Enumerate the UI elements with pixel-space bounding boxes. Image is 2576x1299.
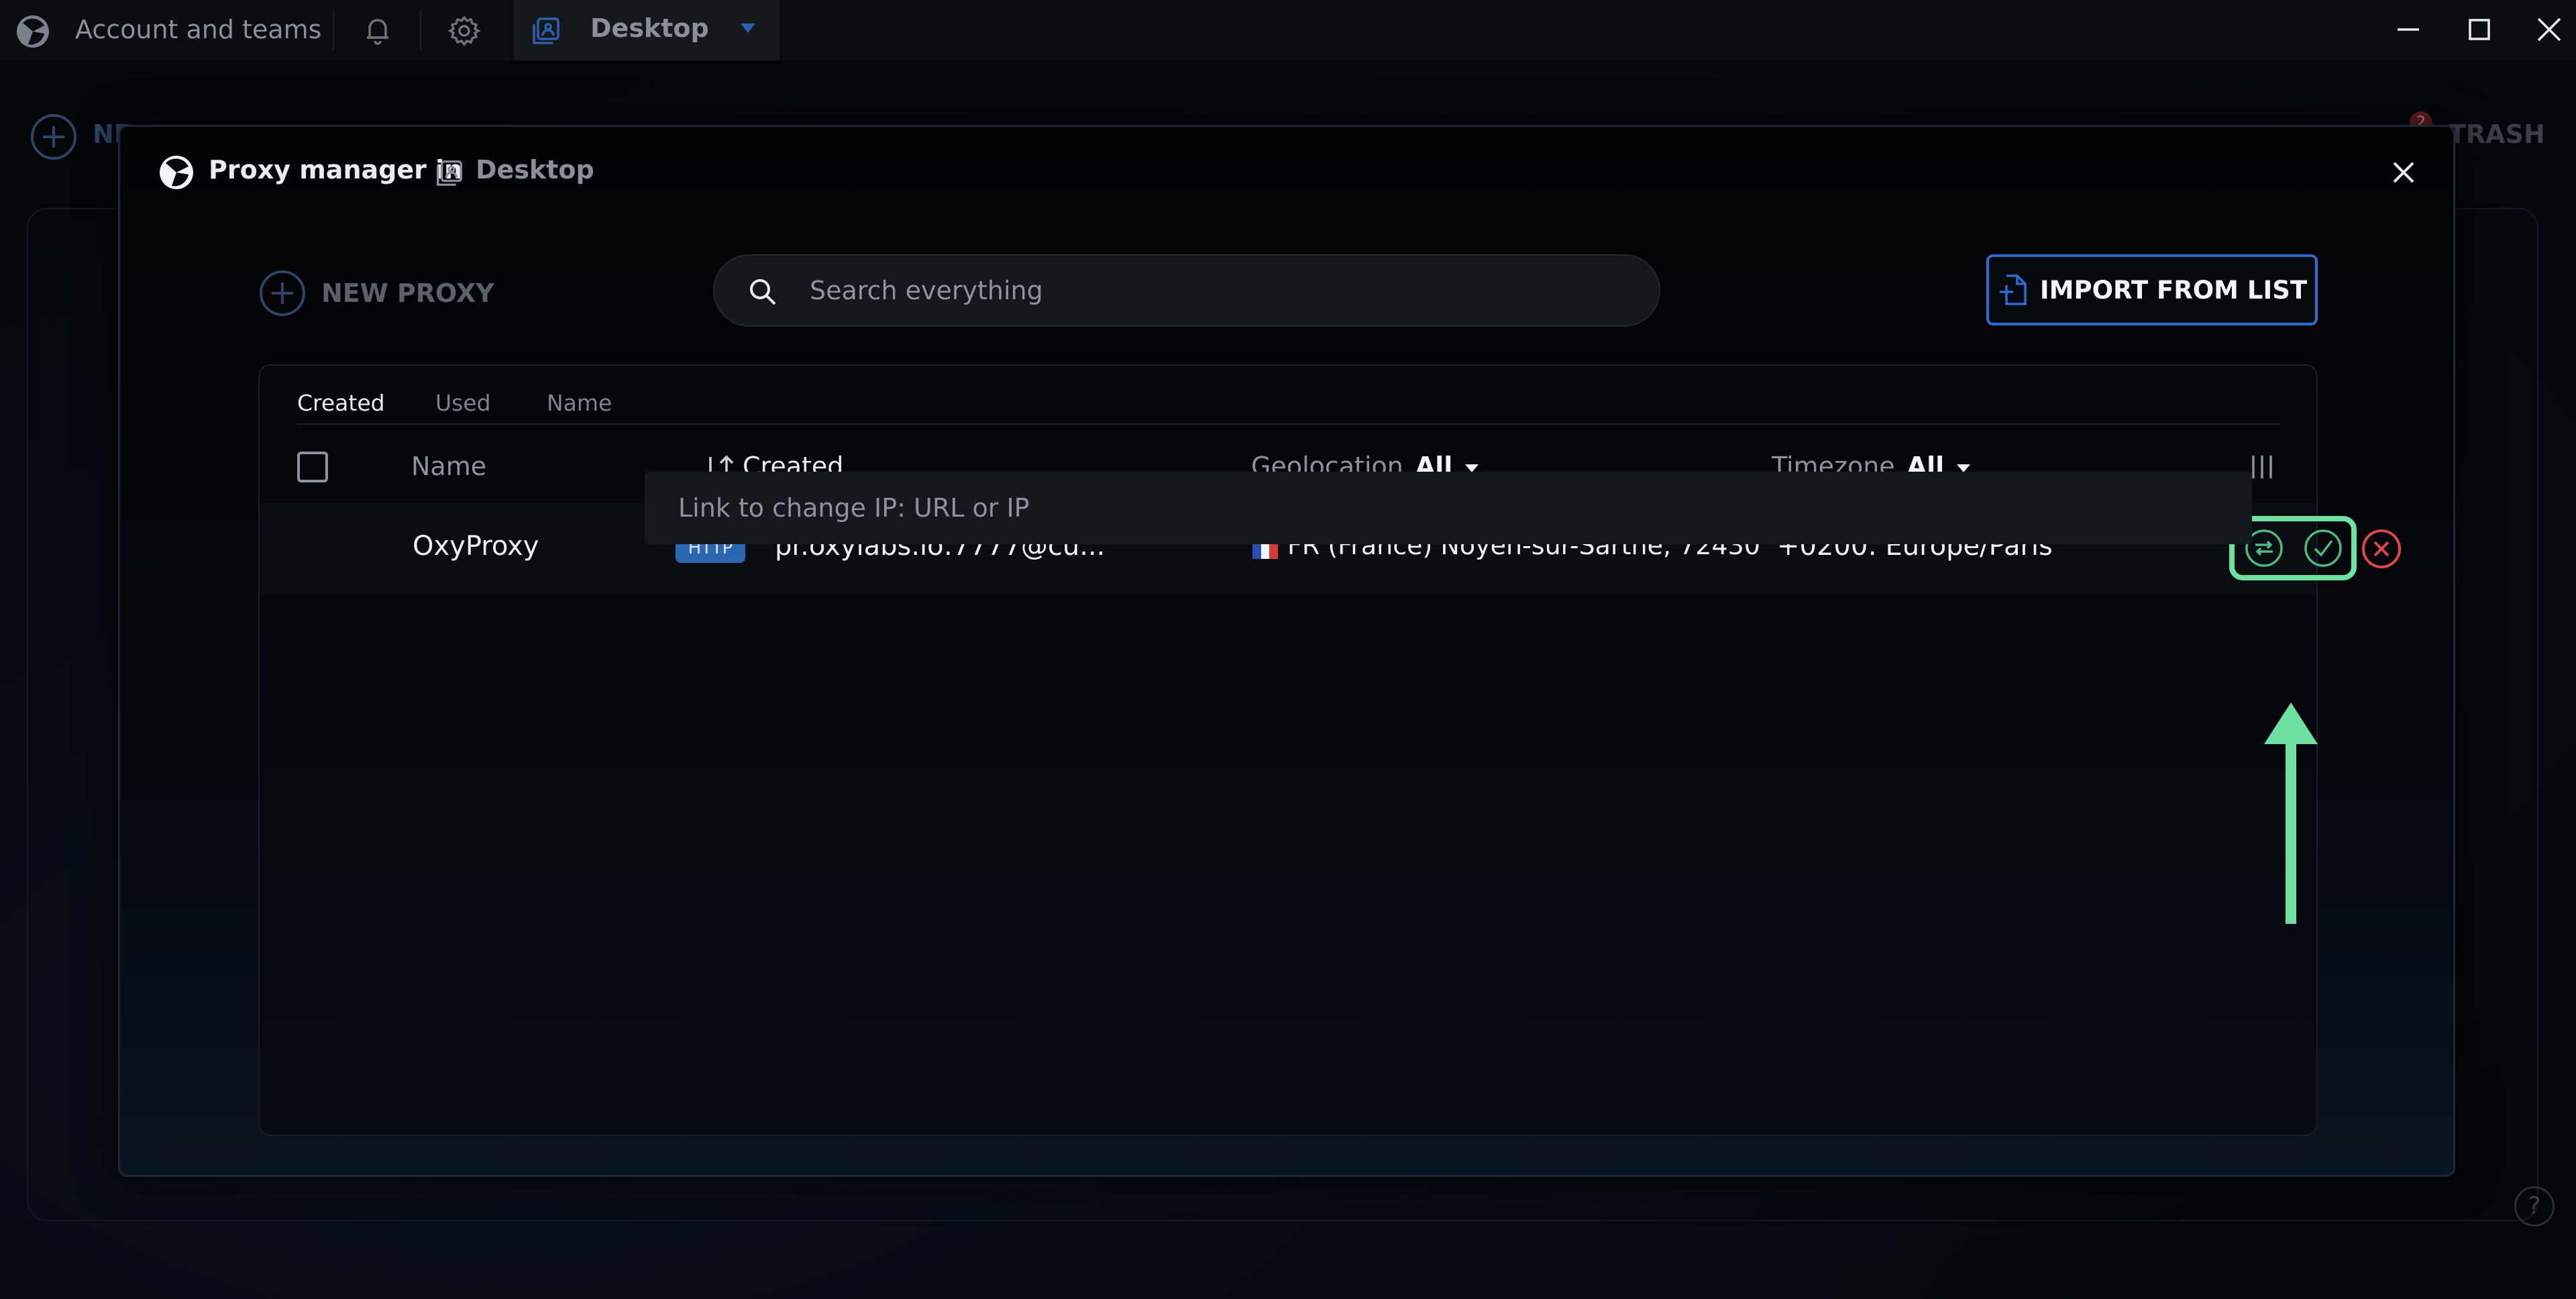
gear-icon[interactable]	[447, 13, 482, 48]
import-from-list-label: IMPORT FROM LIST	[2039, 275, 2308, 305]
search-input[interactable]	[808, 270, 1613, 311]
title-bar: Account and teams Desktop	[0, 0, 2576, 60]
file-import-icon	[1999, 274, 2027, 305]
background-new-icon	[30, 113, 78, 161]
tab-used[interactable]: Used	[435, 390, 491, 416]
close-icon[interactable]	[2385, 154, 2422, 191]
delete-icon[interactable]	[2361, 528, 2402, 570]
workspace-icon	[434, 158, 465, 189]
select-all-checkbox[interactable]	[297, 452, 328, 482]
new-proxy-button[interactable]: NEW PROXY	[258, 266, 494, 320]
divider	[420, 9, 421, 50]
divider	[333, 9, 334, 50]
chevron-down-icon[interactable]	[739, 21, 757, 35]
search-icon	[747, 276, 779, 308]
import-from-list-button[interactable]: IMPORT FROM LIST	[1986, 254, 2318, 325]
minimize-icon[interactable]	[2392, 13, 2424, 46]
account-and-teams-button[interactable]: Account and teams	[75, 15, 321, 44]
search-box[interactable]	[713, 254, 1660, 327]
modal-title: Proxy manager in	[209, 155, 463, 185]
app-logo-icon[interactable]	[15, 13, 51, 50]
modal-workspace-name: Desktop	[476, 155, 594, 185]
tab-name[interactable]: Name	[547, 390, 612, 416]
column-name[interactable]: Name	[411, 452, 486, 481]
check-icon[interactable]	[2303, 528, 2343, 568]
workspace-icon	[530, 15, 562, 47]
proxy-manager-modal: Proxy manager in Desktop NEW PROXY Searc…	[118, 125, 2455, 1177]
plus-circle-icon	[260, 270, 305, 316]
new-proxy-label: NEW PROXY	[321, 278, 494, 308]
background-trash-label: TRASH	[2449, 119, 2545, 149]
annotation-arrow-icon	[2261, 703, 2320, 924]
change-ip-link-input[interactable]	[645, 472, 2252, 544]
workspace-name[interactable]: Desktop	[590, 13, 709, 43]
close-window-icon[interactable]	[2533, 13, 2565, 46]
app-window: Account and teams Desktop NE 2 TRASH ? P…	[0, 0, 2576, 1299]
tab-created[interactable]: Created	[297, 390, 385, 416]
maximize-icon[interactable]	[2463, 13, 2496, 46]
bell-icon[interactable]	[361, 13, 394, 47]
proxy-name: OxyProxy	[413, 531, 539, 562]
app-logo-icon	[158, 154, 195, 191]
help-icon[interactable]: ?	[2514, 1186, 2555, 1227]
